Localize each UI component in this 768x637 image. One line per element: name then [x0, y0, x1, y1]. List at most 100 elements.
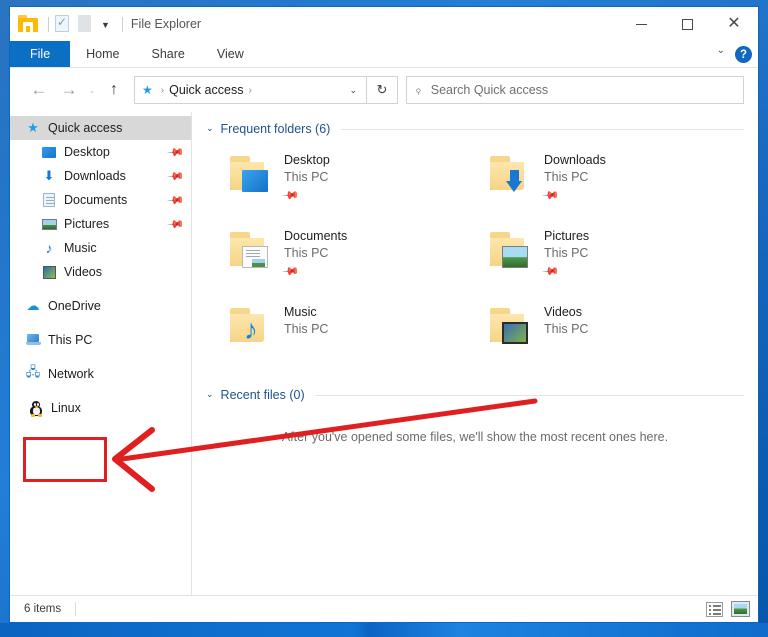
details-view-button[interactable]: [706, 602, 723, 617]
folder-location: This PC: [284, 169, 330, 186]
folder-item-documents[interactable]: Documents This PC 📌: [224, 226, 484, 298]
sidebar-item-this-pc[interactable]: This PC: [10, 328, 191, 352]
folder-location: This PC: [544, 245, 589, 262]
window-title: File Explorer: [131, 17, 201, 31]
folder-name: Music: [284, 304, 328, 321]
new-folder-icon[interactable]: [78, 15, 95, 34]
folder-item-downloads[interactable]: Downloads This PC 📌: [484, 150, 744, 222]
chevron-down-icon[interactable]: ⌄: [206, 389, 214, 400]
file-explorer-window: File Explorer ✕ File Home Share View ? ←…: [9, 6, 759, 623]
close-button[interactable]: ✕: [710, 7, 758, 41]
folder-item-videos[interactable]: Videos This PC: [484, 302, 744, 374]
pin-icon: 📌: [167, 167, 186, 186]
frequent-folders-grid: Desktop This PC 📌 Downloads This PC 📌: [206, 140, 744, 374]
desktop-icon: [40, 144, 58, 160]
chevron-down-icon[interactable]: [717, 49, 725, 60]
folder-location: This PC: [544, 321, 588, 338]
title-bar: File Explorer ✕: [10, 7, 758, 41]
music-icon: ♪: [40, 240, 58, 256]
picture-badge-icon: [502, 246, 528, 268]
folder-name: Pictures: [544, 228, 589, 245]
network-icon: 🖧: [24, 366, 42, 382]
folder-item-desktop[interactable]: Desktop This PC 📌: [224, 150, 484, 222]
section-title: Frequent folders (6): [221, 122, 331, 136]
sidebar-item-music[interactable]: ♪ Music: [10, 236, 191, 260]
sidebar-item-network[interactable]: 🖧 Network: [10, 362, 191, 386]
video-icon: [40, 264, 58, 280]
status-divider: [75, 602, 76, 616]
address-dropdown-icon[interactable]: ⌄: [349, 85, 364, 96]
folder-location: This PC: [544, 169, 606, 186]
tab-view[interactable]: View: [201, 41, 260, 67]
sidebar-item-label: Linux: [51, 401, 81, 415]
frequent-folders-header[interactable]: ⌄ Frequent folders (6): [206, 122, 744, 136]
download-badge-icon: [502, 170, 528, 192]
sidebar-item-label: Desktop: [64, 145, 110, 159]
tab-share[interactable]: Share: [136, 41, 201, 67]
recent-locations-icon[interactable]: ⌄: [84, 75, 100, 105]
tux-penguin-icon: [27, 400, 45, 416]
navigation-pane: ★ Quick access Desktop 📌 ⬇ Downloads 📌 D…: [10, 112, 192, 595]
tab-home[interactable]: Home: [70, 41, 135, 67]
title-divider: [48, 17, 49, 32]
status-bar: 6 items: [10, 595, 758, 622]
customize-qat-chevron-icon[interactable]: [101, 21, 110, 30]
up-button[interactable]: ↑: [100, 75, 128, 105]
minimize-button[interactable]: [618, 7, 664, 41]
back-button[interactable]: ←: [24, 75, 54, 105]
desktop-badge-icon: [242, 170, 268, 192]
breadcrumb-separator-2: ›: [248, 85, 251, 96]
recent-empty-message: After you've opened some files, we'll sh…: [206, 430, 744, 444]
pin-icon: 📌: [541, 262, 560, 281]
sidebar-item-quick-access[interactable]: ★ Quick access: [10, 116, 191, 140]
large-icons-view-button[interactable]: [731, 601, 750, 617]
refresh-button[interactable]: ↻: [367, 76, 398, 104]
star-icon: ★: [142, 83, 153, 97]
address-bar[interactable]: ★ › Quick access › ⌄: [134, 76, 367, 104]
sidebar-item-label: Quick access: [48, 121, 122, 135]
video-badge-icon: [502, 322, 528, 344]
download-icon: ⬇: [40, 168, 58, 184]
pin-icon: 📌: [281, 186, 300, 205]
section-title: Recent files (0): [221, 388, 305, 402]
search-icon: ⌕: [411, 82, 426, 97]
breadcrumb[interactable]: Quick access: [169, 83, 243, 97]
forward-button[interactable]: →: [54, 75, 84, 105]
sidebar-item-label: Music: [64, 241, 97, 255]
sidebar-item-documents[interactable]: Documents 📌: [10, 188, 191, 212]
music-badge-icon: [242, 322, 268, 344]
sidebar-item-videos[interactable]: Videos: [10, 260, 191, 284]
pin-icon: 📌: [167, 143, 186, 162]
star-icon: ★: [24, 120, 42, 136]
search-input[interactable]: Search Quick access: [431, 83, 548, 97]
pin-icon: 📌: [167, 215, 186, 234]
chevron-down-icon[interactable]: ⌄: [206, 123, 214, 134]
folder-item-pictures[interactable]: Pictures This PC 📌: [484, 226, 744, 298]
pin-icon: 📌: [541, 186, 560, 205]
tab-file[interactable]: File: [10, 41, 70, 67]
maximize-button[interactable]: [664, 7, 710, 41]
sidebar-item-downloads[interactable]: ⬇ Downloads 📌: [10, 164, 191, 188]
help-button[interactable]: ?: [735, 46, 752, 63]
item-count-label: 6 items: [24, 603, 61, 615]
document-icon: [40, 192, 58, 208]
properties-icon[interactable]: [55, 15, 72, 34]
folder-item-music[interactable]: Music This PC: [224, 302, 484, 374]
sidebar-item-label: This PC: [48, 333, 92, 347]
folder-icon: [484, 302, 538, 354]
sidebar-item-label: OneDrive: [48, 299, 101, 313]
folder-home-icon: [18, 15, 38, 33]
document-badge-icon: [242, 246, 268, 268]
cloud-icon: ☁: [24, 298, 42, 314]
search-box[interactable]: ⌕ Search Quick access: [406, 76, 744, 104]
sidebar-item-linux[interactable]: Linux: [10, 396, 191, 420]
content-pane: ⌄ Frequent folders (6) Desktop This PC 📌: [192, 112, 758, 595]
sidebar-item-label: Network: [48, 367, 94, 381]
navigation-toolbar: ← → ⌄ ↑ ★ › Quick access › ⌄ ↻ ⌕ Search …: [10, 68, 758, 112]
sidebar-item-onedrive[interactable]: ☁ OneDrive: [10, 294, 191, 318]
sidebar-item-pictures[interactable]: Pictures 📌: [10, 212, 191, 236]
sidebar-item-label: Documents: [64, 193, 127, 207]
close-icon: ✕: [727, 16, 740, 32]
recent-files-header[interactable]: ⌄ Recent files (0): [206, 388, 744, 402]
sidebar-item-desktop[interactable]: Desktop 📌: [10, 140, 191, 164]
